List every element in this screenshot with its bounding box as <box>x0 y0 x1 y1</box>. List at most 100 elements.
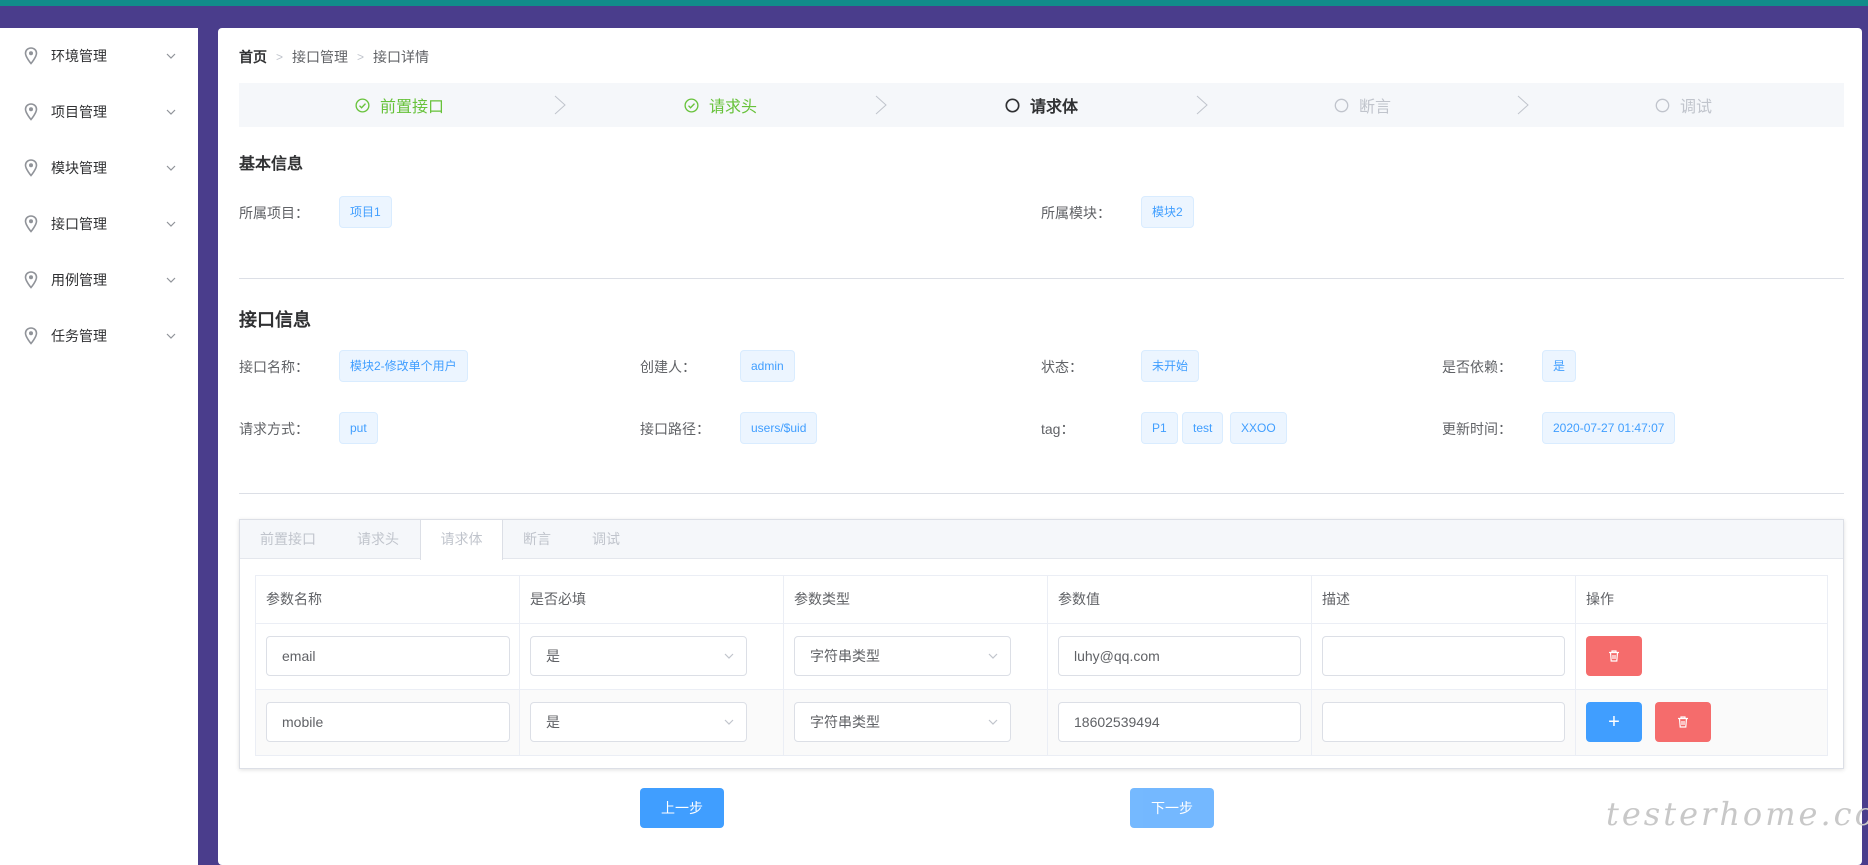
breadcrumb-api-manage[interactable]: 接口管理 <box>292 47 348 67</box>
prev-step-button[interactable]: 上一步 <box>640 788 724 828</box>
cell-required: 是 <box>520 690 784 755</box>
next-step-button[interactable]: 下一步 <box>1130 788 1214 828</box>
location-pin-icon <box>24 47 38 65</box>
chevron-down-icon <box>166 221 176 227</box>
sidebar: 环境管理 项目管理 模块管理 接口管理 用例管理 任务管理 <box>0 28 198 865</box>
description-input[interactable] <box>1322 636 1565 676</box>
location-pin-icon <box>24 103 38 121</box>
chevron-down-icon <box>166 53 176 59</box>
params-table: 参数名称 是否必填 参数类型 参数值 描述 操作 是 <box>255 575 1828 756</box>
cell-type: 字符串类型 <box>784 690 1048 755</box>
tab-assert[interactable]: 断言 <box>523 520 551 559</box>
main-panel: 首页 > 接口管理 > 接口详情 前置接口 请求头 请求体 断言 调试 基本信息… <box>218 28 1862 865</box>
table-row: 是 字符串类型 + <box>256 690 1827 755</box>
description-input[interactable] <box>1322 702 1565 742</box>
add-row-button[interactable]: + <box>1586 702 1642 742</box>
type-select[interactable]: 字符串类型 <box>794 636 1011 676</box>
tag-test: test <box>1182 412 1224 444</box>
cell-name <box>256 690 520 755</box>
step-assert: 断言 <box>1202 83 1529 127</box>
tab-body[interactable]: 请求体 <box>420 520 503 560</box>
header-param-type: 参数类型 <box>784 576 1048 623</box>
circle-icon <box>1655 98 1670 112</box>
sidebar-item-task[interactable]: 任务管理 <box>0 308 198 364</box>
sidebar-item-module[interactable]: 模块管理 <box>0 140 198 196</box>
updated-tag: 2020-07-27 01:47:07 <box>1542 412 1676 444</box>
cell-value <box>1048 690 1312 755</box>
tab-headers[interactable]: 请求头 <box>357 520 399 559</box>
type-select-value: 字符串类型 <box>810 648 880 664</box>
tag-p1: P1 <box>1141 412 1178 444</box>
breadcrumb-home[interactable]: 首页 <box>239 47 267 67</box>
chevron-down-icon <box>724 653 734 659</box>
chevron-down-icon <box>166 165 176 171</box>
circle-icon <box>1005 97 1020 113</box>
step-label: 请求体 <box>1029 99 1078 116</box>
status-label: 状态： <box>1041 359 1083 375</box>
table-row: 是 字符串类型 <box>256 624 1827 690</box>
step-label: 请求头 <box>708 99 757 116</box>
tab-debug[interactable]: 调试 <box>592 520 620 559</box>
header-actions: 操作 <box>1586 591 1614 607</box>
table-header-row: 参数名称 是否必填 参数类型 参数值 描述 操作 <box>256 576 1827 624</box>
param-value-input[interactable] <box>1058 636 1301 676</box>
sidebar-item-api[interactable]: 接口管理 <box>0 196 198 252</box>
method-tag: put <box>339 412 378 444</box>
depend-label: 是否依赖： <box>1442 359 1512 375</box>
breadcrumb: 首页 > 接口管理 > 接口详情 <box>239 47 429 67</box>
location-pin-icon <box>24 327 38 345</box>
param-value-input[interactable] <box>1058 702 1301 742</box>
module-label: 所属模块： <box>1041 205 1111 221</box>
step-label: 前置接口 <box>379 99 444 116</box>
param-name-input[interactable] <box>266 702 510 742</box>
delete-row-button[interactable] <box>1655 702 1711 742</box>
tag-label: tag： <box>1041 421 1075 437</box>
tabs-card: 前置接口 请求头 请求体 断言 调试 参数名称 是否必填 参数类型 参数值 描述… <box>239 519 1844 769</box>
sidebar-item-project[interactable]: 项目管理 <box>0 84 198 140</box>
cell-value <box>1048 624 1312 689</box>
header-param-name: 参数名称 <box>256 576 520 623</box>
step-body: 请求体 <box>881 83 1208 127</box>
sidebar-item-label: 项目管理 <box>51 104 107 120</box>
sidebar-item-label: 用例管理 <box>51 272 107 288</box>
check-circle-icon <box>684 97 699 113</box>
type-select[interactable]: 字符串类型 <box>794 702 1011 742</box>
sidebar-item-case[interactable]: 用例管理 <box>0 252 198 308</box>
header-bar <box>0 6 1868 28</box>
section-title-basic: 基本信息 <box>239 156 304 173</box>
step-label: 调试 <box>1679 99 1712 116</box>
circle-icon <box>1334 98 1349 112</box>
updated-label: 更新时间： <box>1442 421 1512 437</box>
creator-tag: admin <box>740 350 795 382</box>
depend-tag: 是 <box>1542 350 1577 382</box>
divider <box>239 278 1844 279</box>
tabs-header: 前置接口 请求头 请求体 断言 调试 <box>240 520 1843 560</box>
required-select[interactable]: 是 <box>530 636 747 676</box>
sidebar-item-label: 模块管理 <box>51 160 107 176</box>
cell-actions <box>1576 624 1827 689</box>
sidebar-item-label: 接口管理 <box>51 216 107 232</box>
chevron-down-icon <box>724 719 734 725</box>
cell-type: 字符串类型 <box>784 624 1048 689</box>
step-pre-api: 前置接口 <box>239 83 566 127</box>
tag-xxoo: XXOO <box>1230 412 1287 444</box>
location-pin-icon <box>24 215 38 233</box>
cell-desc <box>1312 690 1576 755</box>
header-param-value: 参数值 <box>1048 576 1312 623</box>
chevron-down-icon <box>166 277 176 283</box>
project-tag: 项目1 <box>339 196 392 228</box>
cell-name <box>256 624 520 689</box>
trash-icon <box>1678 716 1688 728</box>
step-debug: 调试 <box>1523 83 1844 127</box>
chevron-down-icon <box>988 719 998 725</box>
delete-row-button[interactable] <box>1586 636 1642 676</box>
module-tag: 模块2 <box>1141 196 1194 228</box>
location-pin-icon <box>24 159 38 177</box>
required-select[interactable]: 是 <box>530 702 747 742</box>
tab-pre-api[interactable]: 前置接口 <box>260 520 316 559</box>
required-select-value: 是 <box>546 714 560 730</box>
check-circle-icon <box>355 97 370 113</box>
param-name-input[interactable] <box>266 636 510 676</box>
sidebar-item-env[interactable]: 环境管理 <box>0 28 198 84</box>
status-badge: 未开始 <box>1141 350 1200 382</box>
